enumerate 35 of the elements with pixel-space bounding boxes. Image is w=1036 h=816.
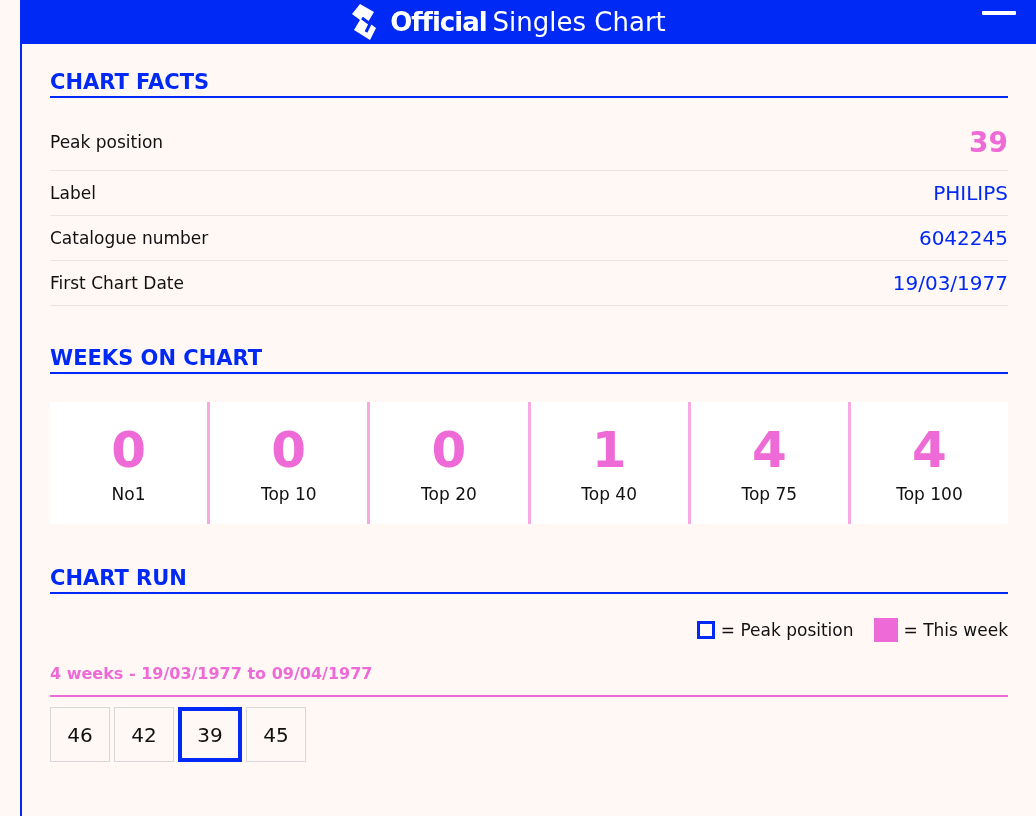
stat-label: No1 [111, 484, 146, 504]
brand-title-bold: Official [390, 7, 487, 37]
fact-label: First Chart Date [50, 273, 184, 293]
stat-value: 1 [591, 422, 627, 478]
legend-label: = Peak position [720, 620, 854, 640]
this-week-legend-swatch [873, 618, 898, 642]
fact-label: Catalogue number [50, 228, 209, 248]
legend-label: = This week [903, 620, 1008, 640]
fact-label: Peak position [50, 132, 164, 152]
stat-label: Top 10 [260, 484, 317, 504]
week-position: 42 [114, 707, 174, 762]
fact-link[interactable]: PHILIPS [933, 181, 1008, 205]
peak-legend-swatch [696, 621, 715, 639]
fact-label: Label [50, 183, 96, 203]
stat-label: Top 40 [581, 484, 637, 504]
fact-value: 39 [969, 125, 1008, 159]
fact-link[interactable]: 19/03/1977 [892, 271, 1008, 295]
stat-label: Top 20 [421, 484, 477, 504]
week-position: 45 [246, 707, 306, 762]
week-position: 39 [178, 707, 242, 762]
section-heading: WEEKS ON CHART [50, 346, 1008, 374]
stat-label: Top 100 [896, 484, 963, 504]
stat-label: Top 75 [741, 484, 798, 504]
stat-value: 4 [751, 422, 787, 478]
stat-value: 0 [431, 422, 467, 478]
run-summary: 4 weeks - 19/03/1977 to 09/04/1977 [50, 664, 1008, 697]
stat-value: 4 [912, 422, 947, 478]
menu-icon[interactable] [982, 11, 1016, 15]
section-heading: CHART RUN [50, 566, 1008, 594]
week-position: 46 [50, 707, 110, 762]
fact-link[interactable]: 6042245 [918, 226, 1008, 250]
section-heading: CHART FACTS [50, 70, 1008, 98]
stat-value: 0 [271, 422, 307, 478]
brand-title: Singles Chart [492, 7, 666, 37]
stat-value: 0 [111, 422, 146, 478]
